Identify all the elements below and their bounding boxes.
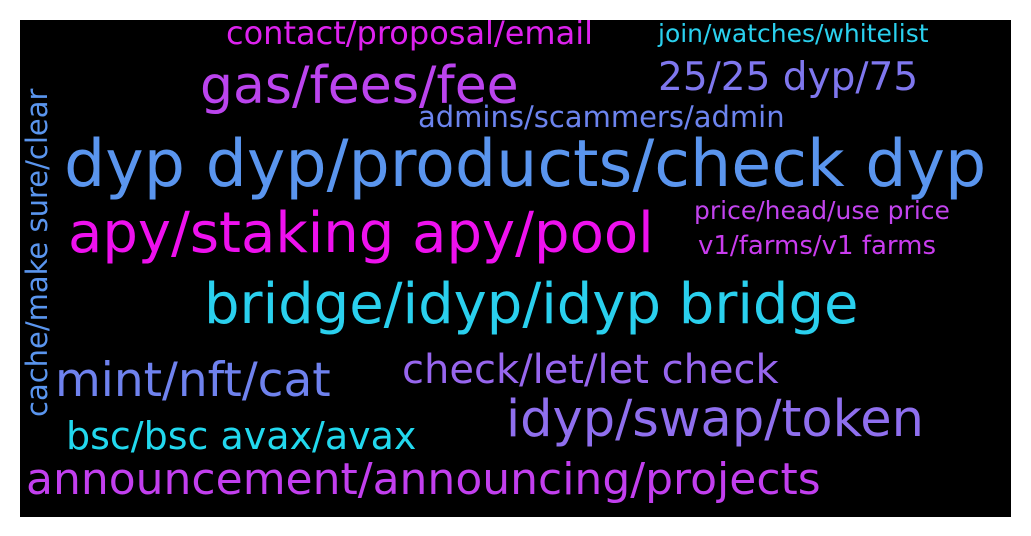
word-apy-staking-apy-pool: apy/staking apy/pool: [68, 201, 654, 266]
word-mint-nft-cat: mint/nft/cat: [55, 353, 331, 408]
word-idyp-swap-token: idyp/swap/token: [506, 390, 924, 449]
word-bridge-idyp-idyp-bridge: bridge/idyp/idyp bridge: [204, 272, 859, 337]
word-25-25-dyp-75: 25/25 dyp/75: [658, 55, 919, 100]
word-announcement-announcing-projects: announcement/announcing/projects: [26, 454, 821, 505]
word-join-watches-whitelist: join/watches/whitelist: [658, 20, 929, 48]
word-price-head-use-price: price/head/use price: [694, 196, 950, 225]
word-contact-proposal-email: contact/proposal/email: [226, 20, 593, 52]
word-cache-make-sure-clear: cache/make sure/clear: [20, 88, 54, 417]
word-bsc-bsc-avax-avax: bsc/bsc avax/avax: [66, 414, 417, 458]
word-check-let-let-check: check/let/let check: [402, 347, 779, 393]
word-v1-farms-v1-farms: v1/farms/v1 farms: [698, 231, 937, 261]
word-dyp-dyp-products-check-dyp: dyp dyp/products/check dyp: [64, 127, 987, 202]
word-cloud: contact/proposal/email join/watches/whit…: [20, 20, 1011, 517]
